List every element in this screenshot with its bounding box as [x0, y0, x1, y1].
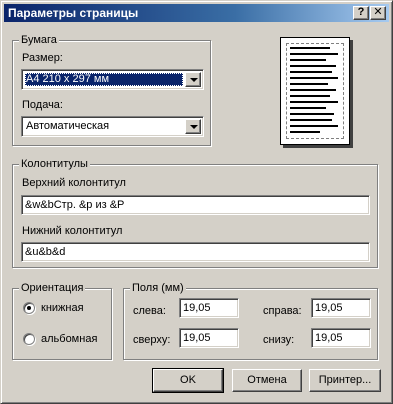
preview-line [290, 113, 334, 115]
chevron-down-icon[interactable] [185, 119, 201, 134]
chevron-down-icon[interactable] [185, 72, 201, 87]
margin-bottom-label: снизу: [263, 334, 295, 346]
margin-left-input[interactable]: 19,05 [179, 298, 239, 318]
orientation-group: Ориентация [12, 282, 112, 360]
landscape-radio[interactable] [23, 333, 35, 345]
page-preview-icon [280, 37, 350, 145]
preview-line [290, 59, 326, 61]
title-bar[interactable]: Параметры страницы ? ✕ [4, 4, 389, 22]
preview-line [290, 71, 332, 73]
paper-source-value: Автоматическая [26, 120, 110, 132]
preview-line [290, 47, 330, 49]
preview-line [290, 125, 338, 127]
paper-source-select[interactable]: Автоматическая [21, 116, 204, 137]
margin-left-label: слева: [133, 305, 166, 317]
margin-right-label: справа: [263, 305, 302, 317]
preview-line [290, 53, 338, 55]
size-label: Размер: [22, 52, 63, 64]
preview-line [290, 77, 338, 79]
preview-line [290, 89, 336, 91]
paper-size-value: А4 210 x 297 мм [25, 73, 183, 86]
close-icon[interactable]: ✕ [370, 6, 386, 20]
preview-line [290, 119, 332, 121]
margin-top-label: сверху: [133, 334, 171, 346]
preview-line [290, 95, 330, 97]
printer-button[interactable]: Принтер... [309, 369, 381, 392]
portrait-radio[interactable] [23, 302, 35, 314]
footer-input[interactable]: &u&b&d [21, 242, 370, 262]
preview-line [290, 65, 336, 67]
portrait-label[interactable]: книжная [41, 302, 84, 315]
margins-legend: Поля (мм) [130, 282, 186, 295]
footer-label: Нижний колонтитул [22, 225, 123, 237]
preview-line [290, 83, 328, 85]
preview-line [290, 131, 320, 133]
margin-top-input[interactable]: 19,05 [179, 328, 239, 348]
window-title: Параметры страницы [8, 6, 139, 20]
preview-line [290, 107, 326, 109]
header-label: Верхний колонтитул [22, 177, 126, 189]
paper-size-select[interactable]: А4 210 x 297 мм [21, 69, 204, 90]
margin-right-input[interactable]: 19,05 [311, 298, 371, 318]
orientation-legend: Ориентация [19, 282, 86, 295]
source-label: Подача: [22, 99, 63, 111]
preview-line [290, 101, 338, 103]
help-icon[interactable]: ? [353, 6, 369, 20]
page-setup-dialog: Параметры страницы ? ✕ Бумага Размер: А4… [0, 0, 393, 404]
margin-bottom-input[interactable]: 19,05 [311, 328, 371, 348]
cancel-button[interactable]: Отмена [232, 369, 302, 392]
headers-legend: Колонтитулы [19, 158, 90, 171]
landscape-label[interactable]: альбомная [41, 333, 97, 346]
ok-button[interactable]: OK [152, 368, 224, 393]
paper-legend: Бумага [19, 34, 59, 47]
header-input[interactable]: &w&bСтр. &p из &P [21, 195, 370, 215]
